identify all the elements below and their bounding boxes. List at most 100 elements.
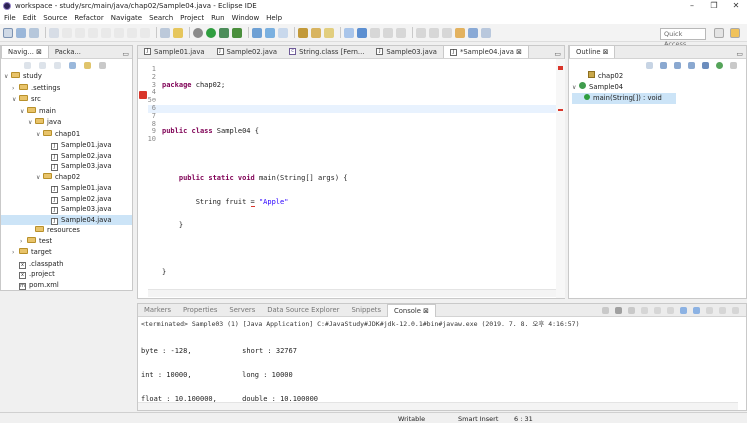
code-area[interactable]: 1 2 3 4 5⊖ 6 7 8 9 10 package chap02; pu…: [138, 59, 565, 298]
expand-arrow-icon[interactable]: ∨: [36, 173, 43, 184]
step-over-icon[interactable]: [127, 27, 137, 38]
new-package-icon[interactable]: [265, 27, 275, 38]
resume-icon[interactable]: [75, 27, 85, 38]
menu-file[interactable]: File: [4, 14, 16, 22]
outline-item[interactable]: main(String[]) : void: [572, 93, 676, 104]
collapse-all-icon[interactable]: [646, 61, 653, 69]
hide-static-icon[interactable]: [688, 61, 695, 69]
editor-tab-sample01[interactable]: J Sample01.java: [138, 45, 211, 58]
editor-tab-string-class[interactable]: c String.class [Fern...: [283, 45, 370, 58]
word-wrap-icon[interactable]: [667, 306, 674, 314]
suspend-icon[interactable]: [88, 27, 98, 38]
tree-item[interactable]: x .project: [1, 269, 132, 280]
annotation-icon[interactable]: [344, 27, 354, 38]
tree-item[interactable]: J Sample04.java: [1, 214, 132, 225]
remove-launch-icon[interactable]: [615, 306, 622, 314]
coverage-icon[interactable]: [219, 27, 229, 38]
block-selection-icon[interactable]: [383, 27, 393, 38]
minimize-icon[interactable]: ▭: [554, 50, 561, 58]
tree-item[interactable]: J Sample01.java: [1, 183, 132, 194]
toggle-highlight-icon[interactable]: [357, 27, 367, 38]
tree-item[interactable]: ∨ main: [1, 106, 132, 118]
new-icon[interactable]: [3, 27, 13, 38]
tree-item[interactable]: x .classpath: [1, 259, 132, 270]
error-overview-line[interactable]: [558, 109, 563, 111]
menu-edit[interactable]: Edit: [23, 14, 37, 22]
minimize-icon[interactable]: ▭: [122, 50, 129, 58]
terminate-icon[interactable]: [602, 306, 609, 314]
error-overview-marker[interactable]: [558, 66, 563, 70]
tree-item[interactable]: m pom.xml: [1, 280, 132, 291]
menu-refactor[interactable]: Refactor: [74, 14, 103, 22]
menu-window[interactable]: Window: [232, 14, 260, 22]
expand-arrow-icon[interactable]: ∨: [12, 95, 19, 106]
step-return-icon[interactable]: [140, 27, 150, 38]
save-icon[interactable]: [16, 27, 26, 38]
menu-search[interactable]: Search: [149, 14, 173, 22]
tree-item[interactable]: › target: [1, 247, 132, 259]
expand-arrow-icon[interactable]: ›: [12, 248, 19, 259]
tab-console[interactable]: Console ⊠: [386, 303, 436, 317]
tab-outline[interactable]: Outline ⊠: [569, 45, 616, 58]
outline-item[interactable]: ∨ Sample04: [572, 81, 746, 94]
new-class-icon[interactable]: [278, 27, 288, 38]
hide-fields-icon[interactable]: [674, 61, 681, 69]
tab-snippets[interactable]: Snippets: [345, 304, 387, 317]
tree-item[interactable]: J Sample02.java: [1, 194, 132, 205]
hide-local-types-icon[interactable]: [716, 61, 723, 69]
next-annotation-icon[interactable]: [429, 27, 439, 38]
menu-source[interactable]: Source: [43, 14, 67, 22]
tab-properties[interactable]: Properties: [177, 304, 223, 317]
editor-tab-sample03[interactable]: J Sample03.java: [370, 45, 443, 58]
close-button[interactable]: ✕: [725, 0, 747, 12]
tab-markers[interactable]: Markers: [138, 304, 177, 317]
java-perspective-icon[interactable]: [730, 28, 740, 38]
up-icon[interactable]: [54, 61, 61, 69]
save-all-icon[interactable]: [29, 27, 39, 38]
pin-editor-icon[interactable]: [416, 27, 426, 38]
view-menu-icon[interactable]: [99, 61, 106, 69]
view-menu-icon[interactable]: [730, 61, 737, 69]
scroll-lock-icon[interactable]: [654, 306, 661, 314]
hide-nonpublic-icon[interactable]: [702, 61, 709, 69]
expand-arrow-icon[interactable]: ›: [20, 237, 27, 248]
back-icon[interactable]: [24, 61, 31, 69]
tree-item[interactable]: ∨ src: [1, 94, 132, 106]
step-into-icon[interactable]: [114, 27, 124, 38]
show-on-out-icon[interactable]: [680, 306, 687, 314]
expand-arrow-icon[interactable]: ∨: [36, 130, 43, 141]
display-console-icon[interactable]: [719, 306, 726, 314]
expand-arrow-icon[interactable]: ›: [12, 84, 19, 95]
show-whitespace-icon[interactable]: [370, 27, 380, 38]
menu-project[interactable]: Project: [180, 14, 204, 22]
tree-item[interactable]: J Sample02.java: [1, 151, 132, 162]
tree-item[interactable]: › .settings: [1, 83, 132, 95]
maximize-button[interactable]: ❐: [703, 0, 725, 12]
tab-servers[interactable]: Servers: [223, 304, 261, 317]
external-tools-icon[interactable]: [232, 27, 242, 38]
previous-annotation-icon[interactable]: [442, 27, 452, 38]
terminal-icon[interactable]: [49, 27, 59, 38]
open-perspective-icon[interactable]: [714, 28, 724, 38]
forward-icon[interactable]: [481, 27, 491, 38]
run-icon[interactable]: [206, 27, 216, 38]
horizontal-scrollbar[interactable]: [148, 289, 556, 297]
search-icon[interactable]: [324, 27, 334, 38]
tree-item[interactable]: ∨ chap02: [1, 172, 132, 184]
minimize-button[interactable]: –: [681, 0, 703, 12]
link-editor-icon[interactable]: [84, 61, 91, 69]
remove-all-icon[interactable]: [628, 306, 635, 314]
debug-icon[interactable]: [193, 27, 203, 38]
terminate-icon[interactable]: [101, 27, 111, 38]
expand-arrow-icon[interactable]: ∨: [28, 118, 35, 129]
sort-icon[interactable]: [660, 61, 667, 69]
minimize-icon[interactable]: ▭: [736, 50, 743, 58]
last-edit-icon[interactable]: [455, 27, 465, 38]
tree-item[interactable]: › test: [1, 236, 132, 248]
toggle-mark-icon[interactable]: [173, 27, 183, 38]
expand-arrow-icon[interactable]: ∨: [20, 107, 27, 118]
new-java-project-icon[interactable]: [252, 27, 262, 38]
collapse-all-icon[interactable]: [69, 61, 76, 69]
toggle-block-icon[interactable]: [160, 27, 170, 38]
quick-access-input[interactable]: Quick Access: [660, 28, 706, 48]
